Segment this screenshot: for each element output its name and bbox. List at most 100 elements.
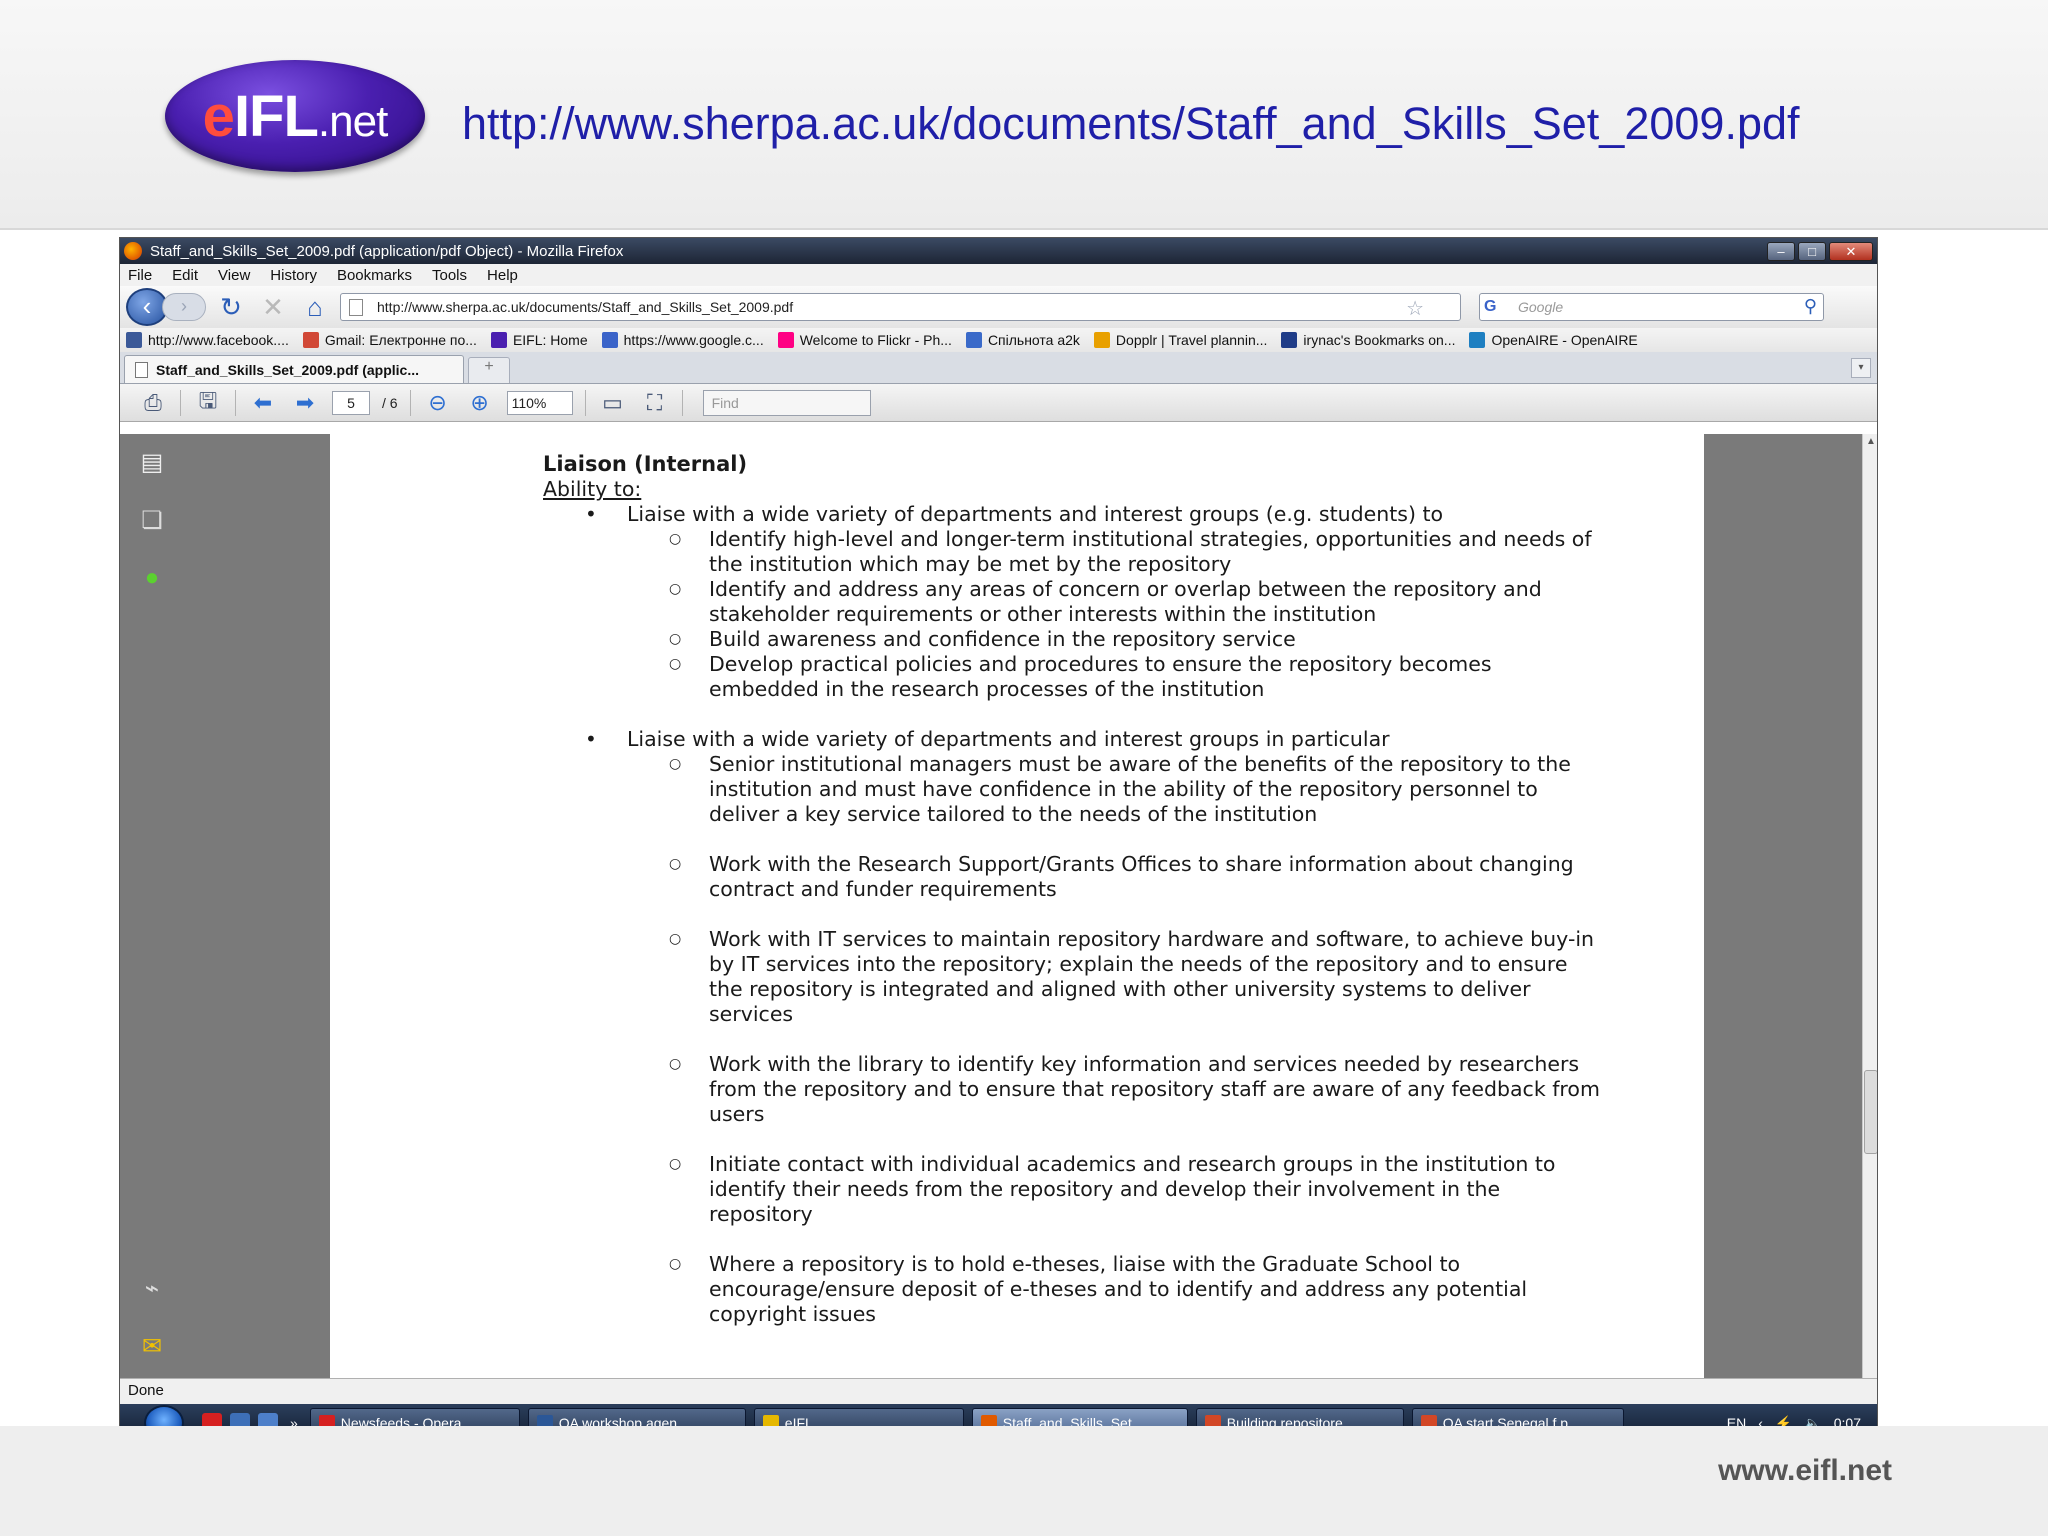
eifl-logo: eIFL.net <box>165 60 425 172</box>
bookmark-label: OpenAIRE - OpenAIRE <box>1491 332 1638 348</box>
next-page-icon[interactable]: ➡ <box>290 390 320 416</box>
menu-file[interactable]: File <box>128 267 152 284</box>
sub-bullet-item: Senior institutional managers must be aw… <box>543 752 1603 827</box>
menu-view[interactable]: View <box>218 267 250 284</box>
zoom-select[interactable]: 110% <box>506 390 573 415</box>
bookmark-label: Gmail: Електронне по... <box>324 332 477 348</box>
page-icon <box>349 298 363 316</box>
forward-button[interactable]: › <box>162 293 206 321</box>
sub-bullet-item: Where a repository is to hold e-theses, … <box>543 1252 1603 1327</box>
window-title: Staff_and_Skills_Set_2009.pdf (applicati… <box>150 242 624 260</box>
sub-bullet-item: Identify and address any areas of concer… <box>543 577 1603 627</box>
bookmark-favicon-icon <box>1281 332 1298 348</box>
bookmark-item[interactable]: Gmail: Електронне по... <box>302 332 477 348</box>
footer-website: www.eifl.net <box>1718 1454 1892 1487</box>
new-tab-button[interactable]: + <box>468 357 510 383</box>
bookmark-favicon-icon <box>302 332 319 348</box>
bookmark-favicon-icon <box>1093 332 1110 348</box>
bookmark-item[interactable]: https://www.google.c... <box>601 332 764 348</box>
section-heading: Liaison (Internal) <box>543 452 748 476</box>
scroll-up-icon[interactable]: ▲ <box>1863 434 1877 450</box>
document-icon <box>135 361 148 378</box>
bookmark-star-icon[interactable]: ☆ <box>1406 296 1424 321</box>
zoom-in-icon[interactable]: ⊕ <box>465 390 495 416</box>
bookmark-label: Welcome to Flickr - Ph... <box>799 332 952 348</box>
home-icon[interactable]: ⌂ <box>298 292 332 323</box>
previous-page-icon[interactable]: ⬅ <box>248 390 278 416</box>
vertical-scrollbar[interactable]: ▲ <box>1862 434 1877 1378</box>
browser-window: Staff_and_Skills_Set_2009.pdf (applicati… <box>119 237 1878 1441</box>
bookmark-item[interactable]: Dopplr | Travel plannin... <box>1093 332 1268 348</box>
minimize-button[interactable]: – <box>1767 241 1795 261</box>
title-bar: Staff_and_Skills_Set_2009.pdf (applicati… <box>120 238 1877 264</box>
print-icon[interactable]: ⎙ <box>138 390 168 416</box>
firefox-icon <box>124 242 142 260</box>
help-icon[interactable]: ● <box>138 564 166 592</box>
address-bar[interactable]: http://www.sherpa.ac.uk/documents/Staff_… <box>340 293 1461 321</box>
bookmark-item[interactable]: irynac's Bookmarks on... <box>1281 332 1455 348</box>
bookmark-label: http://www.facebook.... <box>148 332 289 348</box>
google-icon: G <box>1484 298 1497 315</box>
search-bar[interactable]: G Google ⚲ <box>1479 293 1824 321</box>
attachments-icon[interactable]: ⌁ <box>138 1274 166 1302</box>
pages-icon[interactable]: ▤ <box>138 448 166 476</box>
menu-help[interactable]: Help <box>487 267 518 284</box>
address-text: http://www.sherpa.ac.uk/documents/Staff_… <box>377 299 794 315</box>
bookmark-item[interactable]: http://www.facebook.... <box>126 332 289 348</box>
save-icon[interactable]: 🖫 <box>193 384 223 422</box>
sub-bullet-item: Build awareness and confidence in the re… <box>543 627 1603 652</box>
fit-width-icon[interactable]: ▭ <box>598 390 628 416</box>
sub-bullet-item: Work with the Research Support/Grants Of… <box>543 852 1603 902</box>
page-total: / 6 <box>382 394 398 411</box>
bookmarks-toolbar: http://www.facebook.... Gmail: Електронне… <box>120 328 1877 352</box>
menu-bar: File Edit View History Bookmarks Tools Help <box>120 264 1877 286</box>
bookmark-favicon-icon <box>601 332 618 348</box>
pdf-page: Liaison (Internal) Ability to: Liaise wi… <box>330 434 1704 1378</box>
pdf-document-text: Liaison (Internal) Ability to: Liaise wi… <box>543 452 1603 1327</box>
close-button[interactable]: ✕ <box>1829 241 1873 261</box>
search-icon[interactable]: ⚲ <box>1804 296 1817 317</box>
navigation-bar: ‹ › ↻ ✕ ⌂ http://www.sherpa.ac.uk/docume… <box>120 286 1877 328</box>
fit-page-icon[interactable]: ⛶ <box>640 390 670 416</box>
bookmark-label: Спільнота a2k <box>987 332 1080 348</box>
bookmark-item[interactable]: Welcome to Flickr - Ph... <box>777 332 952 348</box>
menu-bookmarks[interactable]: Bookmarks <box>337 267 412 284</box>
comments-icon[interactable]: ✉ <box>138 1332 166 1360</box>
maximize-button[interactable]: □ <box>1798 241 1826 261</box>
tab-label: Staff_and_Skills_Set_2009.pdf (applic... <box>156 361 419 378</box>
search-placeholder: Google <box>1518 299 1564 315</box>
bookmark-favicon-icon <box>965 332 982 348</box>
tab-bar: Staff_and_Skills_Set_2009.pdf (applic...… <box>120 352 1877 384</box>
menu-tools[interactable]: Tools <box>432 267 467 284</box>
sub-bullet-item: Work with the library to identify key in… <box>543 1052 1603 1127</box>
menu-edit[interactable]: Edit <box>172 267 198 284</box>
sub-bullet-item: Develop practical policies and procedure… <box>543 652 1603 702</box>
bookmarks-icon[interactable]: ❏ <box>138 506 166 534</box>
bookmark-item[interactable]: Спільнота a2k <box>965 332 1080 348</box>
sub-bullet-item: Work with IT services to maintain reposi… <box>543 927 1603 1027</box>
menu-history[interactable]: History <box>270 267 317 284</box>
sub-bullet-item: Identify high-level and longer-term inst… <box>543 527 1603 577</box>
bookmark-item[interactable]: EIFL: Home <box>490 332 588 348</box>
pdf-side-panel: ▤ ❏ ● ⌁ ✉ <box>120 434 330 1378</box>
tab-pdf[interactable]: Staff_and_Skills_Set_2009.pdf (applic... <box>124 355 464 383</box>
status-bar: Done <box>120 1378 1877 1404</box>
bookmark-label: irynac's Bookmarks on... <box>1303 332 1456 348</box>
bookmark-item[interactable]: OpenAIRE - OpenAIRE <box>1469 332 1638 348</box>
bookmark-favicon-icon <box>126 332 142 348</box>
bullet-item: Liaise with a wide variety of department… <box>543 727 1603 752</box>
bookmark-favicon-icon <box>490 332 507 348</box>
tab-list-icon[interactable]: ▾ <box>1851 358 1871 378</box>
bookmark-favicon-icon <box>1469 332 1486 348</box>
bookmark-favicon-icon <box>777 332 794 348</box>
bullet-item: Liaise with a wide variety of department… <box>543 502 1603 527</box>
reload-icon[interactable]: ↻ <box>214 292 248 323</box>
page-number-input[interactable]: 5 <box>332 390 370 415</box>
slide-url: http://www.sherpa.ac.uk/documents/Staff_… <box>462 98 1800 149</box>
stop-icon[interactable]: ✕ <box>256 292 290 323</box>
bookmark-label: Dopplr | Travel plannin... <box>1115 332 1268 348</box>
sub-bullet-item: Initiate contact with individual academi… <box>543 1152 1603 1227</box>
zoom-out-icon[interactable]: ⊖ <box>423 390 453 416</box>
scroll-thumb[interactable] <box>1864 1070 1877 1154</box>
find-input[interactable]: Find <box>702 389 871 416</box>
